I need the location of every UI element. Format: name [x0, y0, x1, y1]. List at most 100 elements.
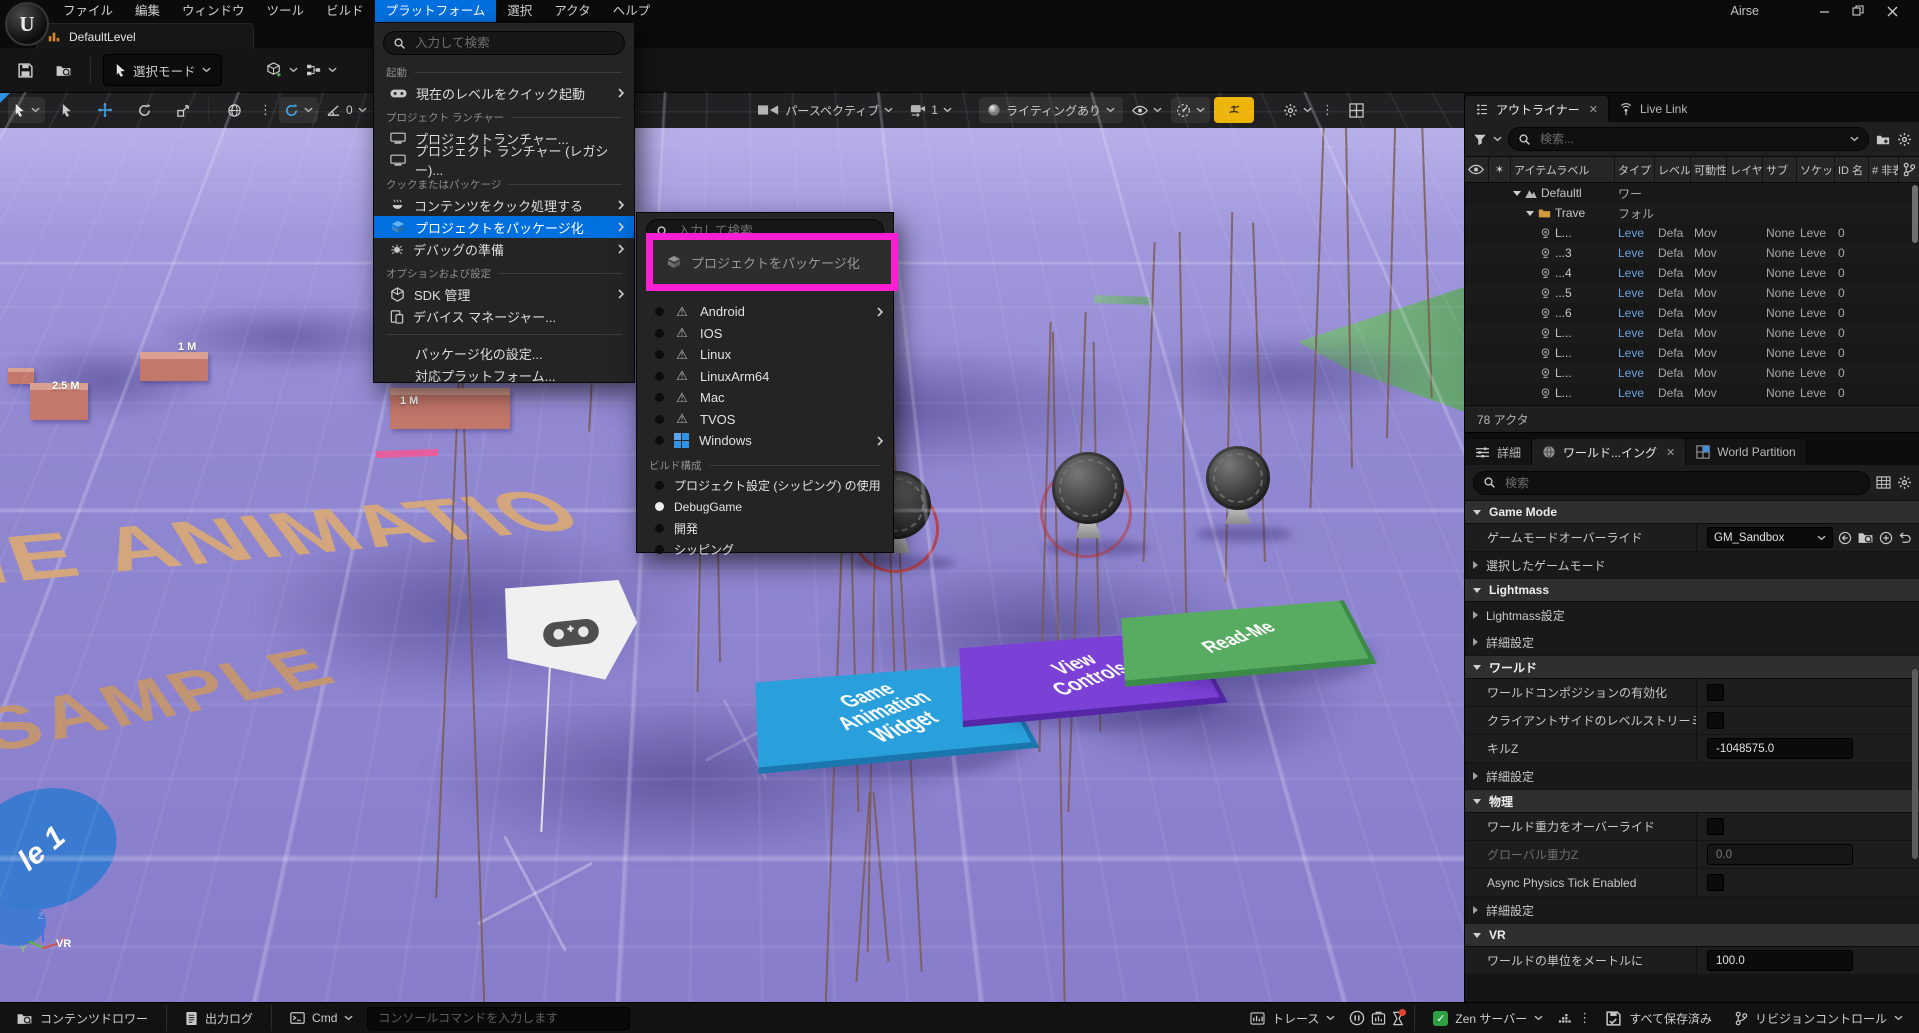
save-button[interactable]: [10, 55, 40, 85]
close-button[interactable]: [1875, 0, 1909, 22]
column-header-3[interactable]: 可動性: [1691, 157, 1727, 182]
cell-text[interactable]: Leve: [1618, 366, 1644, 380]
menubar-item-6[interactable]: プラットフォーム: [375, 0, 497, 22]
node-column-header[interactable]: [1899, 157, 1915, 182]
kebab-icon[interactable]: ⋮: [255, 102, 276, 118]
outliner-search-input[interactable]: [1538, 131, 1843, 147]
value-input[interactable]: 100.0: [1707, 950, 1853, 971]
outliner-row[interactable]: ...5LeveDefaMovNoneLeve0: [1465, 283, 1919, 303]
save-all-button[interactable]: すべて保存済み: [1597, 1006, 1720, 1030]
cell-text[interactable]: Leve: [1618, 266, 1644, 280]
platform-menu-item-11[interactable]: デバイス マネージャー...: [374, 305, 634, 327]
submenu-platform-ios[interactable]: ⚠IOS: [637, 323, 893, 345]
section-header-0[interactable]: Game Mode: [1465, 501, 1919, 524]
rotation-snap-dropdown[interactable]: [279, 97, 318, 123]
property-group[interactable]: 詳細設定: [1465, 629, 1919, 656]
perspective-dropdown[interactable]: パースペクティブ: [750, 97, 901, 123]
outliner-row[interactable]: ...3LeveDefaMovNoneLeve0: [1465, 243, 1919, 263]
menubar-item-3[interactable]: ウィンドウ: [171, 0, 256, 22]
viewport-options-dropdown[interactable]: [8, 97, 45, 123]
use-selected-icon[interactable]: [1838, 531, 1852, 545]
tab-default-level[interactable]: DefaultLevel: [36, 23, 254, 49]
column-header-7[interactable]: ID 名: [1835, 157, 1869, 182]
unreal-logo-icon[interactable]: U: [5, 2, 49, 46]
cell-text[interactable]: Leve: [1618, 386, 1644, 400]
minimize-button[interactable]: [1807, 0, 1841, 22]
gear-icon[interactable]: [1897, 132, 1912, 147]
value-input[interactable]: -1048575.0: [1707, 738, 1853, 759]
kebab-icon[interactable]: ⋮: [1321, 102, 1334, 118]
star-column-header[interactable]: ✶: [1489, 157, 1511, 182]
outliner-row[interactable]: ...6LeveDefaMovNoneLeve0: [1465, 303, 1919, 323]
outliner-row[interactable]: L...LeveDefaMovNoneLeve0: [1465, 383, 1919, 403]
filter-icon[interactable]: [1473, 133, 1487, 146]
section-header-2[interactable]: ワールド: [1465, 656, 1919, 679]
section-header-3[interactable]: 物理: [1465, 790, 1919, 813]
menu-search[interactable]: [383, 31, 625, 55]
property-group[interactable]: Lightmass設定: [1465, 602, 1919, 629]
camera-sphere[interactable]: [1052, 452, 1124, 524]
submenu-platform-mac[interactable]: ⚠Mac: [637, 387, 893, 409]
outliner-row[interactable]: Traveフォル: [1465, 203, 1919, 223]
property-group[interactable]: 詳細設定: [1465, 897, 1919, 924]
section-header-4[interactable]: VR: [1465, 924, 1919, 947]
expander-icon[interactable]: [1513, 191, 1521, 196]
expander-icon[interactable]: [1526, 211, 1534, 216]
browse-icon[interactable]: [1857, 529, 1874, 546]
zen-server-dropdown[interactable]: ✓ Zen サーバー: [1425, 1006, 1551, 1030]
content-browser-button[interactable]: [48, 55, 78, 85]
menubar-item-7[interactable]: 選択: [496, 0, 543, 22]
add-actor-dropdown[interactable]: [266, 55, 298, 85]
column-header-1[interactable]: タイプ: [1615, 157, 1655, 182]
platform-menu-item-10[interactable]: SDK 管理: [374, 283, 634, 305]
outliner-row[interactable]: L...LeveDefaMovNoneLeve0: [1465, 343, 1919, 363]
checkbox[interactable]: [1707, 712, 1724, 729]
details-tab-1[interactable]: ワールド...イング✕: [1532, 439, 1686, 465]
matrix-icon[interactable]: [1876, 476, 1891, 489]
submenu-platform-android[interactable]: ⚠Android: [637, 301, 893, 323]
pause-circle-icon[interactable]: [1349, 1010, 1365, 1026]
build-config-3[interactable]: シッピング: [637, 539, 893, 561]
column-header-6[interactable]: ソケット: [1797, 157, 1835, 182]
camera-sphere[interactable]: [1206, 446, 1270, 510]
section-header-1[interactable]: Lightmass: [1465, 579, 1919, 602]
content-drawer-button[interactable]: コンテンツドロワー: [8, 1006, 156, 1030]
view-mode-dropdown[interactable]: ライティングあり: [979, 97, 1123, 123]
trace-dropdown[interactable]: トレース: [1242, 1006, 1343, 1030]
menu-search-input[interactable]: [413, 35, 615, 51]
outliner-row[interactable]: L...LeveDefaMovNoneLeve0: [1465, 363, 1919, 383]
gamemode-dropdown[interactable]: GM_Sandbox: [1707, 527, 1833, 548]
highlighted-package-item[interactable]: プロジェクトをパッケージ化: [646, 233, 898, 291]
show-flags-dropdown[interactable]: [1127, 97, 1167, 123]
close-tab-icon[interactable]: ✕: [1589, 103, 1598, 116]
restore-button[interactable]: [1841, 0, 1875, 22]
cell-text[interactable]: Leve: [1618, 306, 1644, 320]
column-header-5[interactable]: サブ: [1763, 157, 1797, 182]
cell-text[interactable]: Leve: [1618, 226, 1644, 240]
reset-icon[interactable]: [1898, 532, 1912, 544]
select-mode-dropdown[interactable]: 選択モード: [103, 54, 222, 86]
details-search[interactable]: [1473, 471, 1870, 495]
build-config-1[interactable]: DebugGame: [637, 496, 893, 518]
outliner-row[interactable]: ...4LeveDefaMovNoneLeve0: [1465, 263, 1919, 283]
outliner-search[interactable]: [1508, 127, 1869, 151]
property-group[interactable]: 詳細設定: [1465, 763, 1919, 790]
build-config-2[interactable]: 開発: [637, 518, 893, 540]
menubar-item-9[interactable]: ヘルプ: [602, 0, 662, 22]
world-space-button[interactable]: [216, 97, 252, 123]
platform-menu-item-8[interactable]: デバッグの準備: [374, 238, 634, 260]
blueprints-dropdown[interactable]: [306, 55, 337, 85]
move-tool-button[interactable]: [87, 97, 123, 123]
tab-live-link[interactable]: Live Link: [1609, 96, 1697, 122]
tab-outliner[interactable]: アウトライナー ✕: [1465, 96, 1609, 122]
outliner-row[interactable]: L...LeveDefaMovNoneLeve0: [1465, 223, 1919, 243]
console-input[interactable]: [376, 1010, 621, 1026]
scale-tool-button[interactable]: [165, 97, 201, 123]
cmd-dropdown[interactable]: Cmd: [282, 1006, 361, 1030]
platform-menu-item-7[interactable]: プロジェクトをパッケージ化: [374, 216, 634, 238]
add-icon[interactable]: [1879, 531, 1893, 545]
menubar-item-1[interactable]: ファイル: [52, 0, 124, 22]
menubar-item-2[interactable]: 編集: [124, 0, 171, 22]
outliner-row[interactable]: Defaultlワー: [1465, 183, 1919, 203]
platform-menu-item-14[interactable]: 対応プラットフォーム...: [374, 364, 634, 386]
